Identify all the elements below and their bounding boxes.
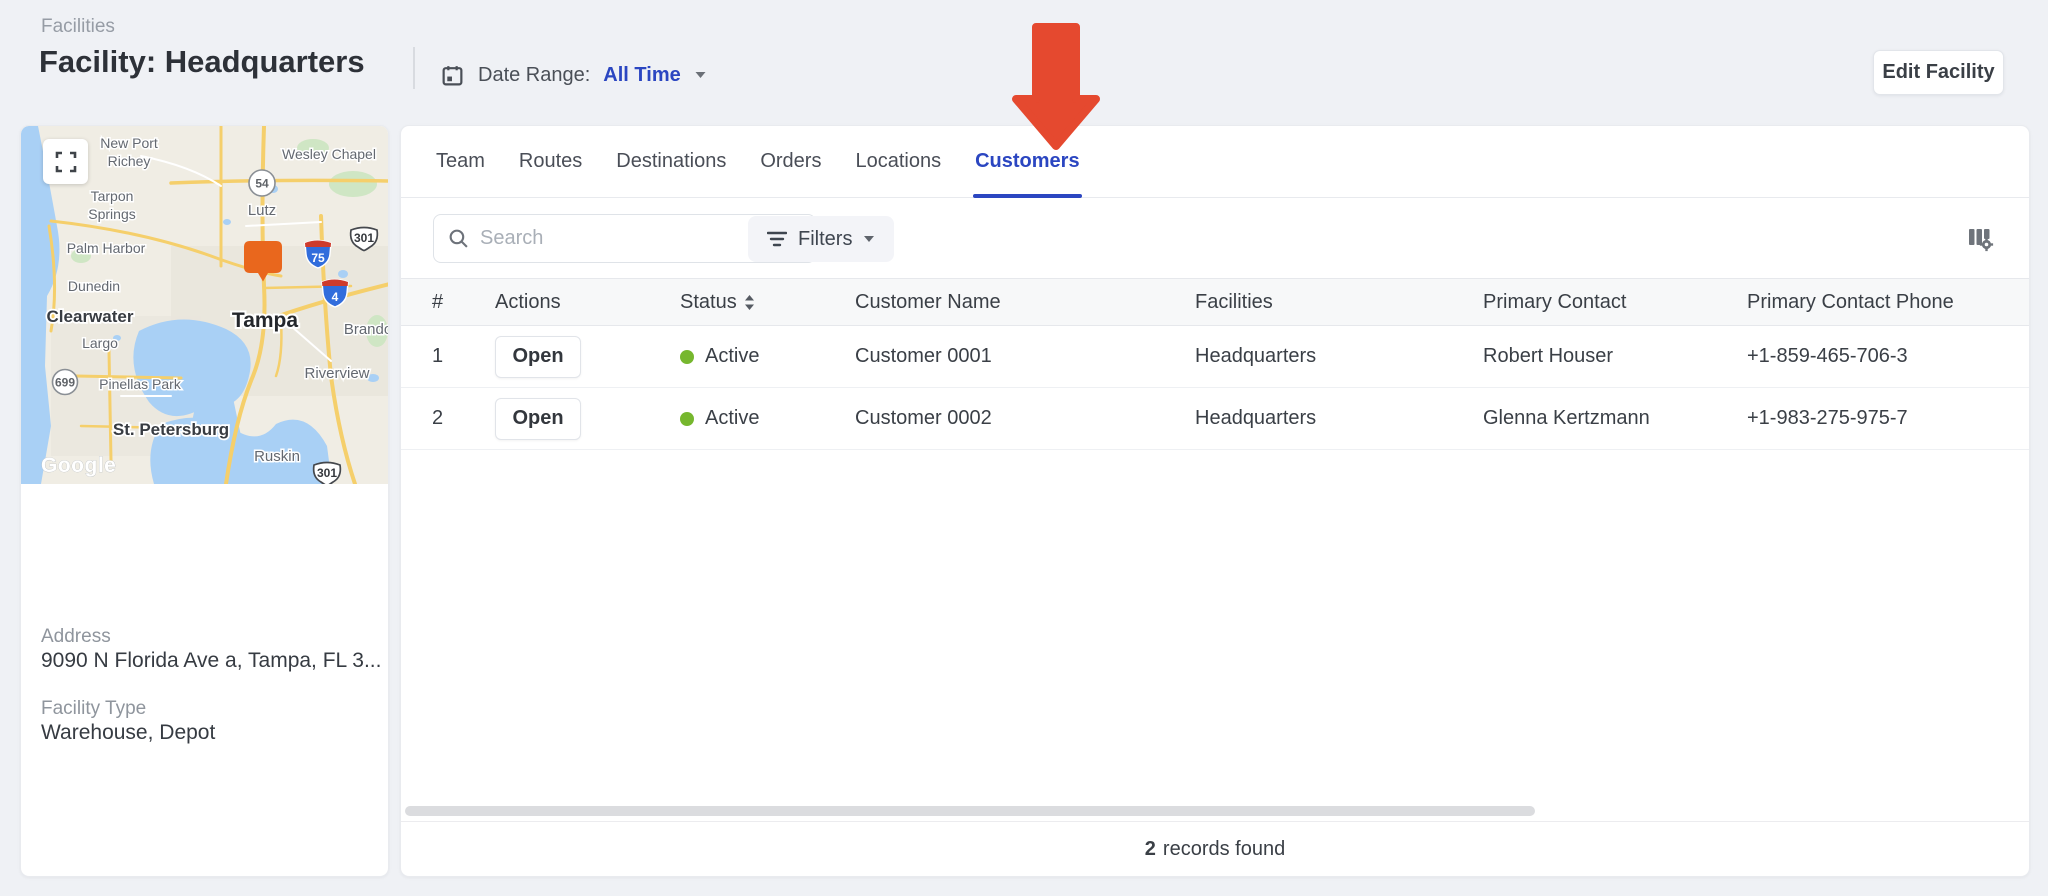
- svg-text:301: 301: [317, 466, 337, 480]
- row-index: 2: [432, 407, 444, 429]
- records-count: 2: [1144, 838, 1156, 860]
- tab-orders[interactable]: Orders: [760, 126, 821, 197]
- svg-text:New Port: New Port: [100, 135, 158, 151]
- calendar-icon: [440, 63, 465, 88]
- svg-text:Palm Harbor: Palm Harbor: [67, 240, 146, 256]
- svg-text:Lutz: Lutz: [248, 202, 276, 219]
- date-range-selector[interactable]: Date Range: All Time: [440, 55, 707, 95]
- status-active-dot: [680, 349, 694, 364]
- filters-label: Filters: [798, 227, 853, 250]
- tab-routes[interactable]: Routes: [519, 126, 582, 197]
- date-range-value: All Time: [603, 63, 681, 86]
- primary-contact-phone-cell: +1-983-275-975-7: [1747, 407, 1908, 429]
- svg-text:Riverview: Riverview: [304, 365, 369, 382]
- col-customer-name[interactable]: Customer Name: [855, 291, 1195, 314]
- primary-contact-phone-cell: +1-859-465-706-3: [1747, 345, 1908, 367]
- route-54-shield: 54: [248, 169, 276, 197]
- open-button[interactable]: Open: [495, 335, 581, 378]
- status-active-dot: [680, 411, 694, 426]
- primary-contact-cell: Glenna Kertzmann: [1483, 407, 1650, 429]
- facilities-cell: Headquarters: [1195, 345, 1317, 367]
- svg-text:Ruskin: Ruskin: [254, 448, 300, 465]
- facilities-cell: Headquarters: [1195, 407, 1317, 429]
- svg-text:Tarpon: Tarpon: [91, 188, 134, 204]
- svg-text:Tampa: Tampa: [232, 309, 298, 332]
- tab-locations[interactable]: Locations: [855, 126, 941, 197]
- tab-destinations[interactable]: Destinations: [616, 126, 726, 197]
- svg-text:Springs: Springs: [88, 206, 135, 222]
- col-primary-contact[interactable]: Primary Contact: [1483, 291, 1747, 314]
- facility-type-label: Facility Type: [41, 698, 147, 719]
- facility-page: Facilities Facility: Headquarters Date R…: [0, 0, 2048, 896]
- facility-type-value: Warehouse, Depot: [41, 721, 216, 744]
- filters-button[interactable]: Filters: [748, 216, 895, 262]
- horizontal-scrollbar[interactable]: [405, 806, 1535, 816]
- search-icon: [448, 228, 469, 249]
- svg-text:Richey: Richey: [108, 153, 151, 169]
- tab-team[interactable]: Team: [436, 126, 485, 197]
- col-facilities[interactable]: Facilities: [1195, 291, 1483, 314]
- svg-text:301: 301: [354, 231, 374, 245]
- columns-gear-icon: [1965, 225, 1995, 253]
- col-index[interactable]: #: [432, 291, 495, 314]
- records-label: records found: [1162, 838, 1286, 860]
- column-settings-button[interactable]: [1961, 220, 1999, 258]
- date-range-label: Date Range:: [478, 63, 591, 86]
- svg-text:699: 699: [55, 376, 75, 390]
- svg-text:Largo: Largo: [82, 335, 118, 351]
- facility-detail-panel: Team Routes Destinations Orders Location…: [400, 125, 2030, 877]
- table-header: # Actions Status Customer Name Facilitie…: [401, 278, 2029, 326]
- col-primary-contact-phone[interactable]: Primary Contact Phone: [1747, 291, 2029, 314]
- chevron-down-icon: [863, 235, 875, 243]
- facility-map[interactable]: New Port Richey Wesley Chapel Tarpon Spr…: [21, 126, 389, 484]
- svg-text:Dunedin: Dunedin: [68, 278, 120, 294]
- records-found-footer: 2 records found: [401, 821, 2029, 877]
- facility-summary-card: New Port Richey Wesley Chapel Tarpon Spr…: [20, 125, 389, 877]
- customer-name-cell: Customer 0001: [855, 345, 992, 367]
- svg-text:St. Petersburg: St. Petersburg: [113, 420, 229, 439]
- sort-icon[interactable]: [744, 294, 755, 311]
- status-cell: Active: [680, 407, 855, 430]
- chevron-down-icon: [694, 71, 707, 79]
- col-status[interactable]: Status: [680, 291, 855, 314]
- table-row: 2 Open Active Customer 0002 Headquarters…: [401, 388, 2029, 450]
- tab-bar: Team Routes Destinations Orders Location…: [401, 126, 2029, 198]
- status-cell: Active: [680, 345, 855, 368]
- table-row: 1 Open Active Customer 0001 Headquarters…: [401, 326, 2029, 388]
- map-attribution: Google: [41, 454, 116, 477]
- address-value: 9090 N Florida Ave a, Tampa, FL 3...: [41, 649, 382, 672]
- page-title: Facility: Headquarters: [39, 44, 365, 79]
- filter-icon: [767, 231, 787, 247]
- col-actions[interactable]: Actions: [495, 291, 680, 314]
- svg-text:Wesley Chapel: Wesley Chapel: [282, 146, 376, 162]
- fullscreen-icon: [55, 151, 77, 173]
- breadcrumb[interactable]: Facilities: [41, 16, 115, 38]
- address-label: Address: [41, 626, 111, 647]
- edit-facility-button[interactable]: Edit Facility: [1873, 50, 2004, 95]
- map-fullscreen-button[interactable]: [43, 139, 88, 184]
- svg-text:54: 54: [255, 177, 269, 191]
- svg-text:75: 75: [311, 251, 325, 265]
- annotation-arrow-icon: [1012, 23, 1100, 150]
- svg-text:Clearwater: Clearwater: [47, 307, 134, 326]
- row-index: 1: [432, 345, 444, 367]
- svg-text:Brando: Brando: [344, 321, 389, 338]
- svg-text:4: 4: [332, 290, 339, 304]
- route-699-shield: 699: [51, 368, 79, 396]
- header-divider: [413, 47, 415, 89]
- open-button[interactable]: Open: [495, 397, 581, 440]
- status-badge: Active: [705, 407, 760, 429]
- status-badge: Active: [705, 345, 760, 367]
- primary-contact-cell: Robert Houser: [1483, 345, 1614, 367]
- svg-text:Pinellas Park: Pinellas Park: [99, 376, 182, 392]
- customer-name-cell: Customer 0002: [855, 407, 992, 429]
